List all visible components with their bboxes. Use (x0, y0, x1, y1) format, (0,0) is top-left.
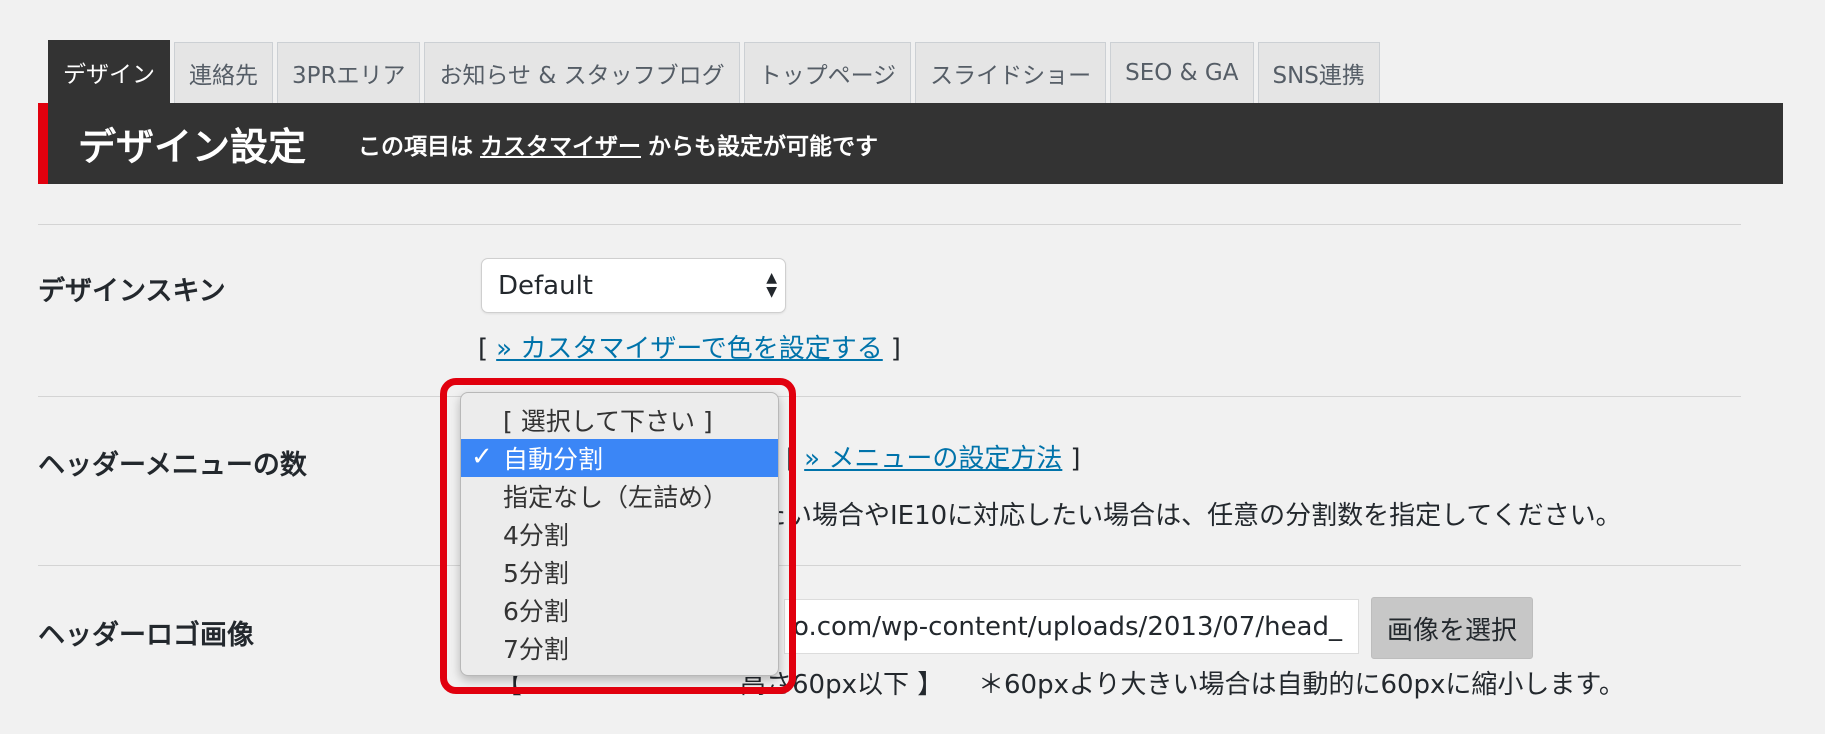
design-skin-label: デザインスキン (38, 276, 226, 307)
header-menu-count-label: ヘッダーメニューの数 (38, 450, 307, 481)
design-skin-selected-value: Default (498, 270, 593, 301)
settings-tab-bar: デザイン 連絡先 3PRエリア お知らせ & スタッフブログ トップページ スラ… (48, 40, 1384, 103)
customizer-note-after: からも設定が可能です (648, 133, 879, 160)
tab-3pr-area[interactable]: 3PRエリア (277, 42, 421, 103)
dropdown-option[interactable]: 5分割 (461, 553, 778, 591)
bracket-open: [ (786, 444, 797, 474)
option-label: 5分割 (503, 559, 569, 588)
option-label: 4分割 (503, 521, 569, 550)
option-label: 指定なし（左詰め） (503, 483, 729, 512)
design-skin-select[interactable]: Default ▲ ▼ (481, 258, 786, 313)
customizer-note-before: この項目は (358, 133, 474, 160)
select-image-button[interactable]: 画像を選択 (1371, 597, 1533, 659)
dropdown-option-selected[interactable]: ✓ 自動分割 (461, 439, 778, 477)
dropdown-option[interactable]: 6分割 (461, 591, 778, 629)
dropdown-option[interactable]: [ 選択して下さい ] (461, 401, 778, 439)
tab-contact[interactable]: 連絡先 (174, 42, 273, 103)
dropdown-option[interactable]: 指定なし（左詰め） (461, 477, 778, 515)
customizer-link[interactable]: カスタマイザー (480, 134, 641, 160)
option-label: 自動分割 (503, 445, 604, 474)
page-title: デザイン設定 (78, 125, 307, 169)
dropdown-option[interactable]: 7分割 (461, 629, 778, 667)
header-menu-count-dropdown[interactable]: [ 選択して下さい ] ✓ 自動分割 指定なし（左詰め） 4分割 5分割 6分割 … (460, 392, 779, 676)
divider (38, 224, 1741, 225)
menu-settings-link-line: [» メニューの設定方法] (786, 438, 1081, 475)
tab-news-staff-blog[interactable]: お知らせ & スタッフブログ (424, 42, 740, 103)
select-arrows-icon: ▲ ▼ (766, 270, 777, 300)
option-label: [ 選択して下さい ] (503, 407, 713, 436)
menu-settings-link[interactable]: » メニューの設定方法 (804, 444, 1062, 474)
checkmark-icon: ✓ (471, 442, 493, 472)
bracket-close: ] (890, 334, 901, 364)
header-menu-description: たい場合やIE10に対応したい場合は、任意の分割数を指定してください。 (760, 501, 1622, 531)
header-logo-url-input[interactable] (784, 599, 1359, 654)
tab-seo-ga[interactable]: SEO & GA (1110, 42, 1254, 103)
header-logo-label: ヘッダーロゴ画像 (38, 620, 254, 651)
section-header-banner: デザイン設定 この項目は カスタマイザー からも設定が可能です (38, 103, 1783, 184)
dropdown-option[interactable]: 4分割 (461, 515, 778, 553)
logo-resize-note: ＊60pxより大きい場合は自動的に60pxに縮小します。 (978, 670, 1625, 700)
option-label: 7分割 (503, 635, 569, 664)
customizer-color-link[interactable]: » カスタマイザーで色を設定する (496, 334, 883, 364)
customizer-note: この項目は カスタマイザー からも設定が可能です (358, 127, 878, 161)
tab-top-page[interactable]: トップページ (743, 42, 912, 103)
divider (38, 396, 1741, 397)
bracket-open: [ (478, 334, 489, 364)
tab-slideshow[interactable]: スライドショー (915, 42, 1107, 103)
tab-sns[interactable]: SNS連携 (1257, 42, 1380, 103)
customizer-color-link-line: [» カスタマイザーで色を設定する] (478, 328, 901, 365)
divider (38, 565, 1741, 566)
tab-design[interactable]: デザイン (48, 40, 170, 103)
bracket-close: ] (1070, 444, 1081, 474)
option-label: 6分割 (503, 597, 569, 626)
